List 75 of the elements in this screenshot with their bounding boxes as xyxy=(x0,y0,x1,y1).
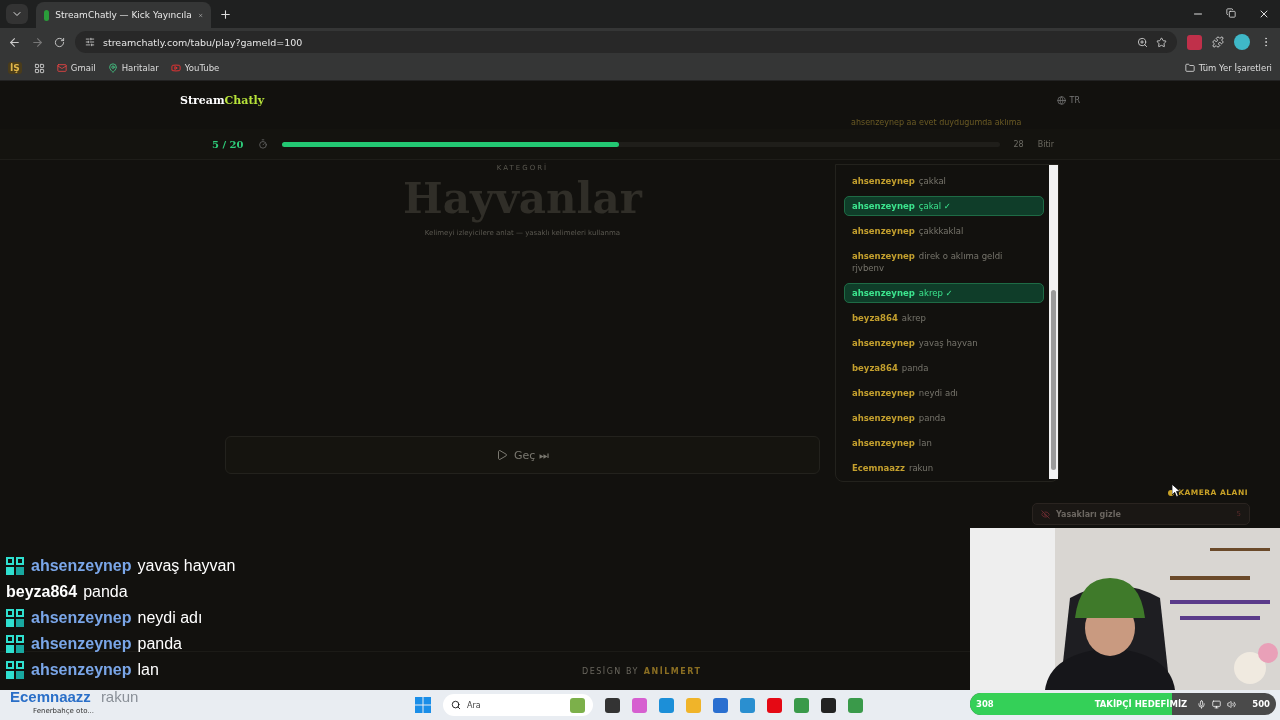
restore-icon[interactable] xyxy=(1226,8,1236,18)
chat-text: neydi adı xyxy=(137,609,203,627)
taskbar-app-icon[interactable] xyxy=(605,697,620,713)
mic-icon xyxy=(1197,699,1207,709)
bookmark-label: Haritalar xyxy=(121,63,159,73)
skip-button[interactable]: Geç ⏭ xyxy=(225,436,820,474)
apps-icon[interactable] xyxy=(33,62,45,74)
chat-message: ahsenzeynep çakal ✓ xyxy=(844,196,1044,216)
chat-message: ahsenzeynep direk o aklıma geldi rjvbenv xyxy=(851,250,1004,275)
all-bookmarks-label: Tüm Yer İşaretleri xyxy=(1198,63,1272,73)
chat-text: lan xyxy=(137,661,159,679)
chat-message: ahsenzeynep neydi adı xyxy=(851,387,959,400)
all-bookmarks-link[interactable]: Tüm Yer İşaretleri xyxy=(1184,63,1272,73)
eye-off-icon xyxy=(1041,509,1050,519)
tab-list-button[interactable] xyxy=(6,4,28,24)
bookmark-label: Gmail xyxy=(70,63,96,73)
back-icon[interactable] xyxy=(8,35,21,49)
chat-message: Ecemnaazz rakun xyxy=(851,462,935,475)
mail-icon xyxy=(56,63,67,73)
timer-icon xyxy=(257,139,268,149)
cursor-icon xyxy=(1172,484,1181,497)
chat-message: beyza864 akrep xyxy=(851,312,927,325)
puzzle-icon[interactable] xyxy=(1212,36,1224,48)
play-icon xyxy=(170,63,181,73)
bookmark-label: YouTube xyxy=(184,63,220,73)
close-icon[interactable] xyxy=(1258,8,1270,20)
bookmark-link[interactable]: Haritalar xyxy=(107,63,159,73)
speaker-icon xyxy=(1227,699,1237,709)
chat-message: ahsenzeynep lan xyxy=(851,437,933,450)
chat-username: ahsenzeynep xyxy=(31,557,132,575)
chat-username: Ecemnaazz xyxy=(10,688,91,705)
chat-text: panda xyxy=(137,635,182,653)
tab-group-label[interactable]: İŞ xyxy=(8,62,22,74)
new-tab-icon[interactable] xyxy=(219,7,232,21)
chat-message: ahsenzeynep aa evet duyduğumda aklıma xyxy=(850,119,1023,129)
goal-current: 308 xyxy=(976,699,994,709)
bookmark-link[interactable]: Gmail xyxy=(56,63,96,73)
site-icon xyxy=(44,9,50,21)
zoom-icon xyxy=(1137,36,1148,48)
chat-message: beyza864 panda xyxy=(851,362,930,375)
chat-message: ahsenzeynep çakkkaklal xyxy=(851,225,965,238)
globe-icon[interactable] xyxy=(1056,95,1066,105)
scrollbar[interactable] xyxy=(1049,165,1058,479)
goal-target: 500 xyxy=(1252,699,1270,709)
bookmark-link[interactable]: YouTube xyxy=(170,63,220,73)
extension-icon[interactable] xyxy=(1187,34,1202,50)
reload-icon[interactable] xyxy=(54,36,65,48)
browser-tab[interactable]: StreamChatly — Kick Yayıncıla xyxy=(36,2,211,28)
timer-value: 28 xyxy=(1013,139,1024,149)
chat-message: ahsenzeynep akrep ✓ xyxy=(844,283,1044,303)
site-settings-icon xyxy=(85,37,95,47)
round-counter: 5 / 20 xyxy=(212,138,244,150)
taskbar-app-icon[interactable] xyxy=(821,697,836,713)
search-icon xyxy=(451,700,461,710)
address-bar[interactable]: streamchatly.com/tabu/play?gameId=100 xyxy=(75,31,1177,53)
chat-text: yavaş hayvan xyxy=(137,557,236,575)
chat-username: beyza864 xyxy=(6,583,78,601)
forward-icon[interactable] xyxy=(31,35,44,49)
chat-username: ahsenzeynep xyxy=(31,661,132,679)
taskbar-search[interactable]: Ara xyxy=(443,694,593,716)
language-code[interactable]: TR xyxy=(1069,95,1080,105)
chat-text: rakun xyxy=(100,688,139,705)
folder-icon xyxy=(1184,63,1195,73)
monitor-icon xyxy=(1212,699,1222,709)
chat-message: ahsenzeynep panda xyxy=(851,412,947,425)
chat-message: ahsenzeynep yavaş hayvan xyxy=(851,337,979,350)
chat-text: panda xyxy=(83,583,128,601)
pin-icon xyxy=(107,63,118,73)
chat-message: ahsenzeynep çakkal xyxy=(851,175,947,188)
star-icon xyxy=(1156,36,1167,48)
play-icon xyxy=(496,449,509,461)
avatar-icon[interactable] xyxy=(1234,34,1250,50)
chat-username: ahsenzeynep xyxy=(31,635,132,653)
logo: StreamChatly xyxy=(180,93,265,107)
chat-username: ahsenzeynep xyxy=(31,609,132,627)
